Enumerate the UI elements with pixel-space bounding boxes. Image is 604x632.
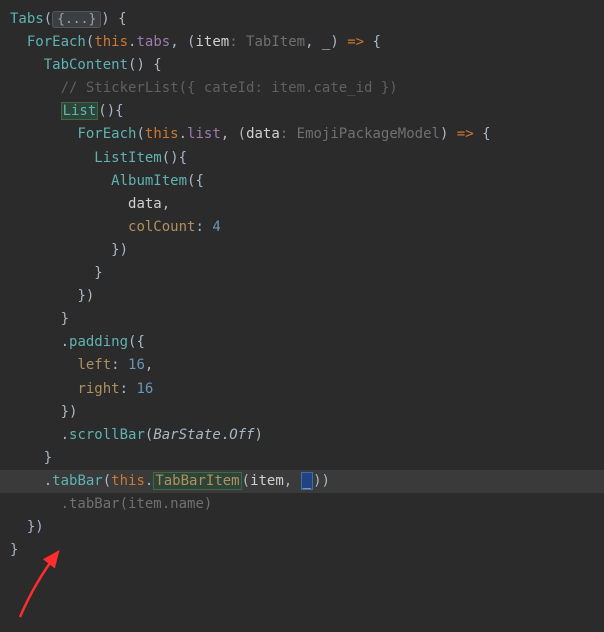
code-line-14: } [0, 308, 604, 331]
code-line-15: .padding({ [0, 331, 604, 354]
type-hint-tabitem: : TabItem [229, 34, 305, 50]
code-line-1: Tabs({...}) { [0, 8, 604, 31]
code-line-20: } [0, 447, 604, 470]
code-line-6: ForEach(this.list, (data: EmojiPackageMo… [0, 123, 604, 146]
kw-this-2: this [145, 126, 179, 142]
type-hint-emoji: : EmojiPackageModel [280, 126, 440, 142]
call-tabcontent: TabContent [44, 57, 128, 73]
call-albumitem: AlbumItem [111, 173, 187, 189]
code-line-24: } [0, 539, 604, 562]
arg-item: item [250, 473, 284, 489]
num-right: 16 [136, 381, 153, 397]
folded-args-icon[interactable]: {...} [52, 11, 101, 28]
code-line-9: data, [0, 193, 604, 216]
code-line-13: }) [0, 285, 604, 308]
code-line-23: }) [0, 516, 604, 539]
num-4: 4 [212, 219, 220, 235]
code-line-11: }) [0, 239, 604, 262]
code-line-18: }) [0, 401, 604, 424]
call-foreach: ForEach [27, 34, 86, 50]
arg-underscore-selected: _ [301, 472, 313, 490]
call-tabbaritem: TabBarItem [153, 472, 241, 490]
call-list: List [61, 102, 99, 120]
code-line-3: TabContent() { [0, 54, 604, 77]
code-line-8: AlbumItem({ [0, 170, 604, 193]
call-listitem: ListItem [94, 150, 161, 166]
code-line-4: // StickerList({ cateId: item.cate_id }) [0, 77, 604, 100]
code-line-22: .tabBar(item.name) [0, 493, 604, 516]
method-tabbar: tabBar [52, 473, 103, 489]
enum-barstate: BarState [153, 427, 220, 443]
code-line-2: ForEach(this.tabs, (item: TabItem, _) =>… [0, 31, 604, 54]
code-line-17: right: 16 [0, 378, 604, 401]
field-list: list [187, 126, 221, 142]
call-tabs: Tabs [10, 11, 44, 27]
code-line-19: .scrollBar(BarState.Off) [0, 424, 604, 447]
kw-this-3: this [111, 473, 145, 489]
field-tabs: tabs [136, 34, 170, 50]
prop-colcount: colCount [128, 219, 195, 235]
call-foreach-inner: ForEach [77, 126, 136, 142]
kw-this: this [94, 34, 128, 50]
code-line-5: List(){ [0, 100, 604, 123]
arrow-fn: => [347, 34, 364, 50]
prop-left: left [77, 357, 111, 373]
code-line-21-highlighted: .tabBar(this.TabBarItem(item, _)) [0, 470, 604, 493]
comment-stickerlist: // StickerList({ cateId: item.cate_id }) [61, 80, 398, 96]
num-left: 16 [128, 357, 145, 373]
prop-data: data [128, 196, 162, 212]
arrow-fn-2: => [457, 126, 474, 142]
method-padding: padding [69, 334, 128, 350]
code-line-7: ListItem(){ [0, 147, 604, 170]
method-scrollbar: scrollBar [69, 427, 145, 443]
prop-right: right [77, 381, 119, 397]
param-item: item [195, 34, 229, 50]
enum-off: Off [229, 427, 254, 443]
param-data: data [246, 126, 280, 142]
dim-tabbar-alt: .tabBar(item.name) [61, 496, 213, 512]
code-line-16: left: 16, [0, 354, 604, 377]
code-line-12: } [0, 262, 604, 285]
code-editor[interactable]: Tabs({...}) { ForEach(this.tabs, (item: … [0, 8, 604, 562]
code-line-10: colCount: 4 [0, 216, 604, 239]
